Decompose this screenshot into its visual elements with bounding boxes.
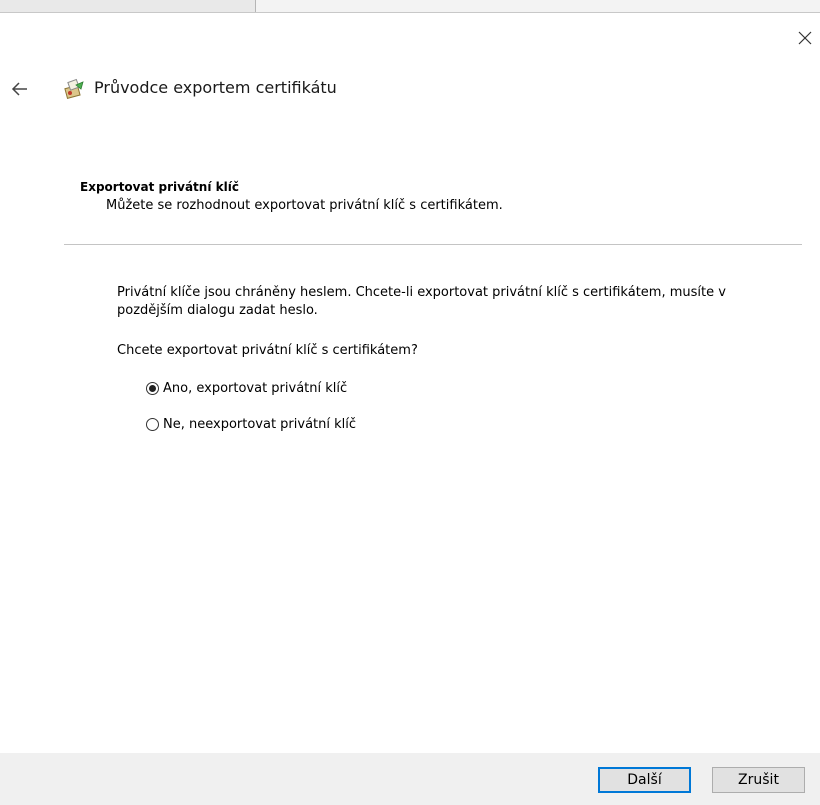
header-separator bbox=[64, 244, 802, 245]
dialog-footer: Další Zrušit bbox=[0, 753, 820, 805]
radio-label-no: Ne, neexportovat privátní klíč bbox=[163, 416, 357, 432]
info-text: Privátní klíče jsou chráněny heslem. Chc… bbox=[117, 285, 726, 318]
wizard-title: Průvodce exportem certifikátu bbox=[94, 78, 337, 97]
next-button[interactable]: Další bbox=[598, 767, 691, 793]
question-text: Chcete exportovat privátní klíč s certif… bbox=[117, 343, 418, 358]
certificate-wizard-icon bbox=[63, 78, 85, 100]
section-title: Exportovat privátní klíč bbox=[80, 180, 239, 194]
radio-label-yes: Ano, exportovat privátní klíč bbox=[163, 380, 348, 396]
close-icon bbox=[798, 31, 812, 45]
back-button[interactable] bbox=[10, 79, 30, 99]
radio-button-unchecked[interactable] bbox=[146, 417, 159, 431]
radio-option-no[interactable]: Ne, neexportovat privátní klíč bbox=[146, 413, 356, 435]
export-wizard-dialog: Průvodce exportem certifikátu Exportovat… bbox=[0, 0, 820, 805]
window-top-strip bbox=[0, 0, 820, 13]
radio-option-yes[interactable]: Ano, exportovat privátní klíč bbox=[146, 377, 347, 399]
radio-button-checked[interactable] bbox=[146, 381, 159, 395]
back-arrow-icon bbox=[11, 82, 27, 96]
close-button[interactable] bbox=[794, 27, 816, 49]
cancel-button[interactable]: Zrušit bbox=[712, 767, 805, 793]
section-description: Můžete se rozhodnout exportovat privátní… bbox=[106, 198, 503, 213]
window-tab-edge bbox=[255, 0, 820, 12]
